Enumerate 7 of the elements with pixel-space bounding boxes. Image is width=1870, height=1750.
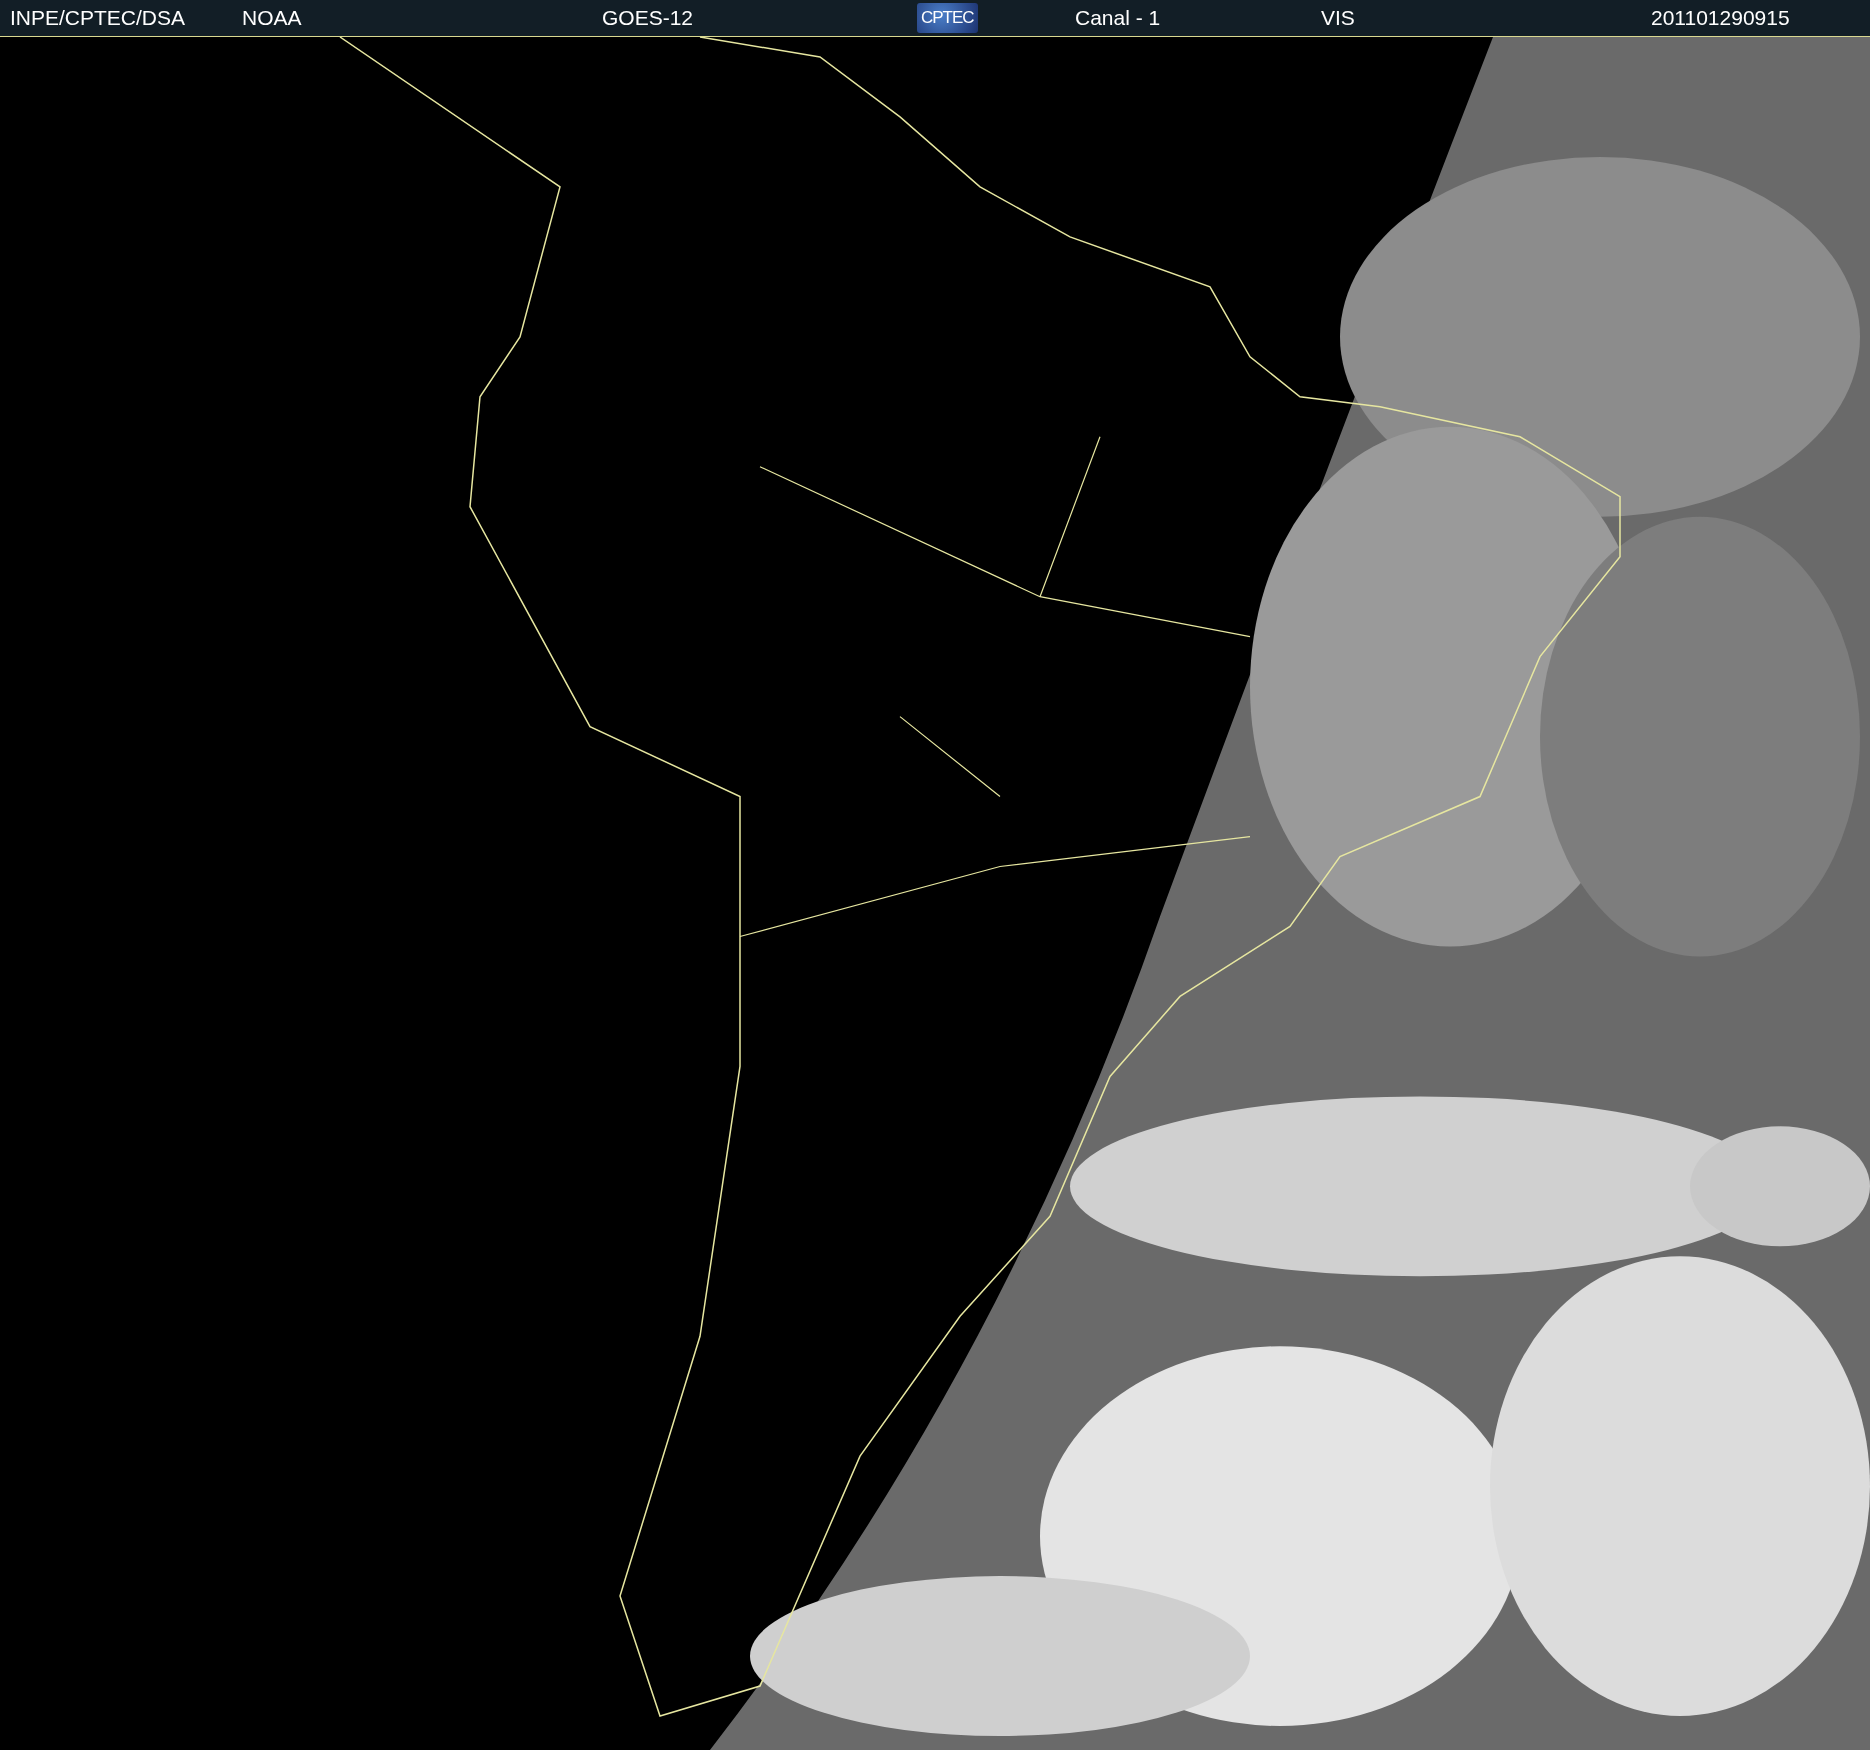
header-label: INPE/CPTEC/DSA	[10, 6, 186, 30]
header-label: NOAA	[242, 6, 302, 30]
header-label: 201101290915	[1651, 6, 1790, 30]
header-label: VIS	[1321, 6, 1355, 30]
header-label: GOES-12	[602, 6, 694, 30]
header-label: Canal - 1	[1075, 6, 1161, 30]
logo: CPTEC	[917, 3, 978, 33]
